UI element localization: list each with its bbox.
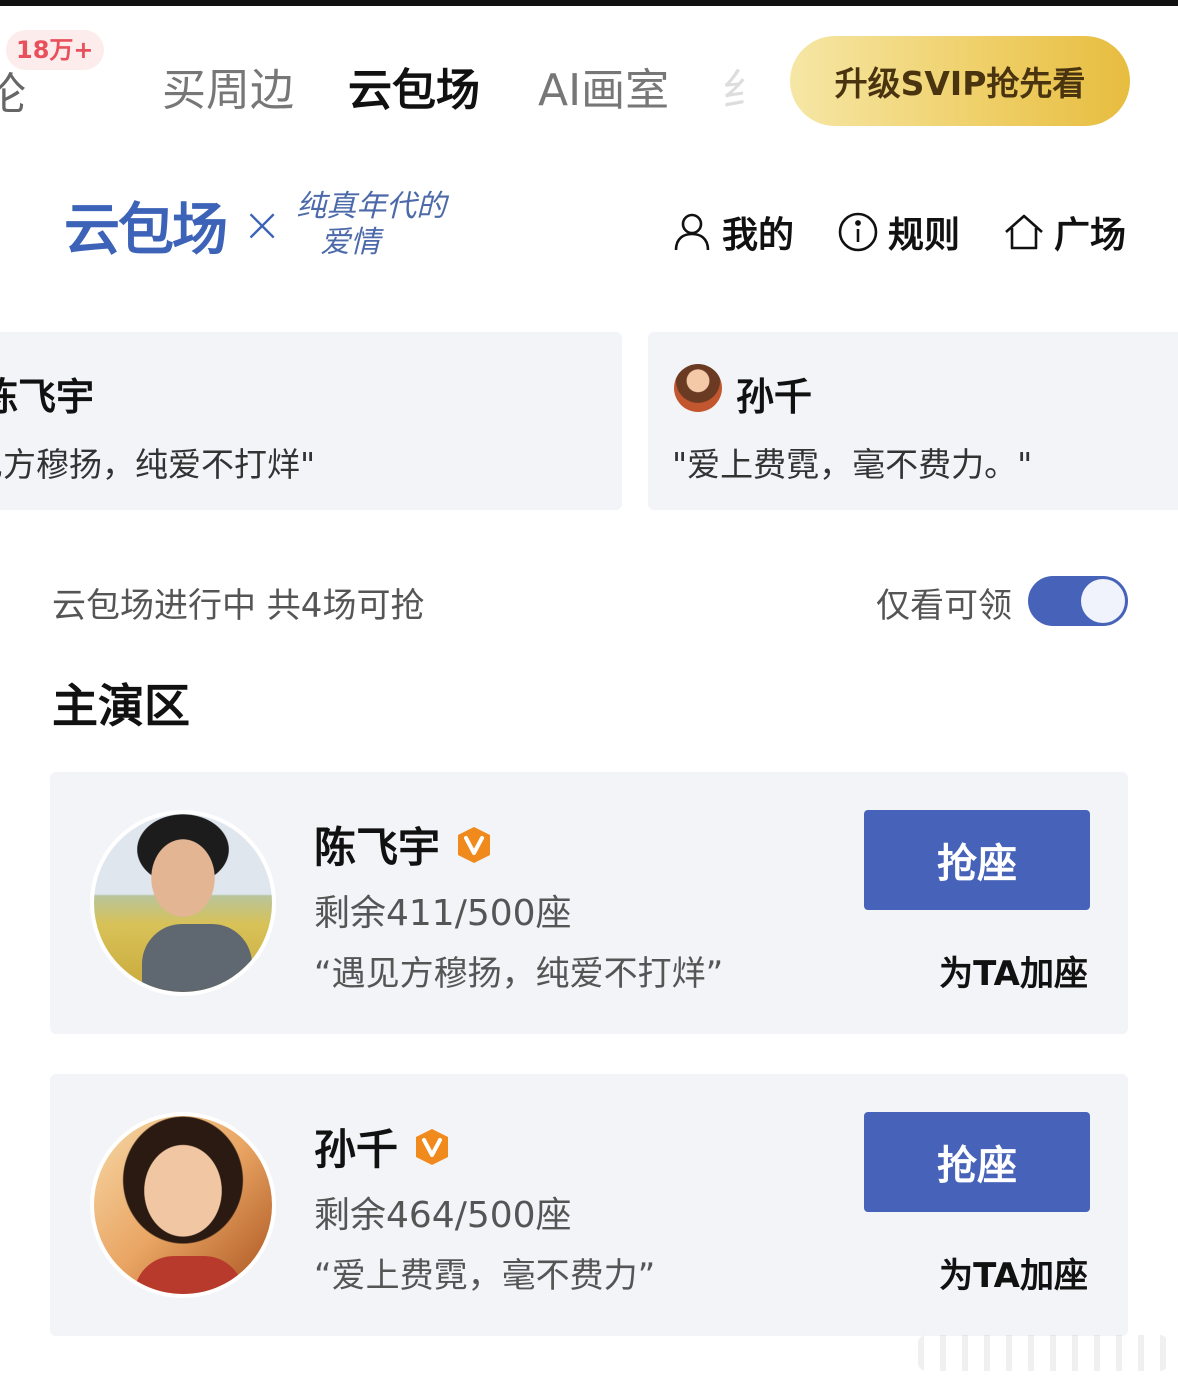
toggle-knob <box>1081 579 1125 623</box>
collab-x-icon: × <box>242 197 283 253</box>
actor-name-text: 孙千 <box>314 1125 399 1174</box>
upgrade-svip-button[interactable]: 升级SVIP抢先看 <box>790 36 1130 126</box>
carousel-card-chen[interactable]: 陈飞宇 见方穆扬，纯爱不打烊" <box>0 332 622 510</box>
nav-mine-label: 我的 <box>721 215 794 256</box>
avatar[interactable] <box>90 810 276 996</box>
add-seat-link[interactable]: 为TA加座 <box>939 1248 1088 1297</box>
seats-remaining: 剩余411/500座 <box>314 893 572 934</box>
filter-label: 仅看可领 <box>876 586 1012 626</box>
tab-partial-right[interactable]: 纟 <box>722 54 746 118</box>
actor-name: 孙千 <box>314 1116 452 1177</box>
actor-card: 陈飞宇 剩余411/500座 “遇见方穆扬，纯爱不打烊” 抢座 为TA加座 <box>50 772 1128 1034</box>
section-title: 主演区 <box>52 679 190 733</box>
carousel-name: 陈飞宇 <box>0 375 95 419</box>
person-icon <box>674 213 710 251</box>
drama-logo: 纯真年代的 爱情 <box>296 189 446 261</box>
home-icon <box>1005 214 1043 250</box>
verified-v-icon <box>416 1128 449 1165</box>
actor-name: 陈飞宇 <box>314 814 494 875</box>
nav-rules-label: 规则 <box>887 215 960 256</box>
actor-quote: “爱上费霓，毫不费力” <box>314 1256 656 1296</box>
brand-header: 云包场 × 纯真年代的 爱情 <box>64 180 446 270</box>
cloud-screening-logo: 云包场 <box>64 197 228 263</box>
nav-plaza-label: 广场 <box>1053 215 1126 256</box>
actor-name-text: 陈飞宇 <box>314 823 441 872</box>
carousel-quote: "爱上费霓，毫不费力。" <box>672 445 1033 484</box>
drama-logo-line1: 纯真年代的 <box>296 189 447 224</box>
carousel-quote: 见方穆扬，纯爱不打烊" <box>0 445 316 484</box>
verified-v-icon <box>458 826 491 863</box>
carousel-card-sun[interactable]: 孙千 "爱上费霓，毫不费力。" <box>648 332 1178 510</box>
info-icon <box>838 212 878 252</box>
carousel-name: 孙千 <box>736 375 813 419</box>
tab-merch[interactable]: 买周边 <box>162 54 294 118</box>
tab-cloud-screening[interactable]: 云包场 <box>348 54 480 118</box>
nav-plaza[interactable]: 广场 <box>1002 206 1126 258</box>
tab-ai-studio[interactable]: AI画室 <box>538 54 669 118</box>
actor-quote: “遇见方穆扬，纯爱不打烊” <box>314 954 724 994</box>
carousel-avatar <box>674 364 722 412</box>
add-seat-link[interactable]: 为TA加座 <box>939 946 1088 995</box>
drama-logo-line2: 爱情 <box>320 225 381 260</box>
top-tab-bar: 论 18万+ 买周边 云包场 AI画室 纟 升级SVIP抢先看 <box>0 6 1178 136</box>
watermark <box>918 1335 1168 1371</box>
comment-count-badge: 18万+ <box>6 30 104 70</box>
nav-rules[interactable]: 规则 <box>836 206 960 258</box>
screening-status: 云包场进行中 共4场可抢 <box>52 586 425 626</box>
seats-remaining: 剩余464/500座 <box>314 1195 572 1236</box>
actor-card: 孙千 剩余464/500座 “爱上费霓，毫不费力” 抢座 为TA加座 <box>50 1074 1128 1336</box>
grab-seat-button[interactable]: 抢座 <box>864 810 1090 910</box>
header-nav: 我的 规则 广场 <box>670 206 1126 258</box>
grab-seat-button[interactable]: 抢座 <box>864 1112 1090 1212</box>
nav-mine[interactable]: 我的 <box>670 206 794 258</box>
avatar[interactable] <box>90 1112 276 1298</box>
claimable-only-toggle[interactable] <box>1028 576 1128 626</box>
